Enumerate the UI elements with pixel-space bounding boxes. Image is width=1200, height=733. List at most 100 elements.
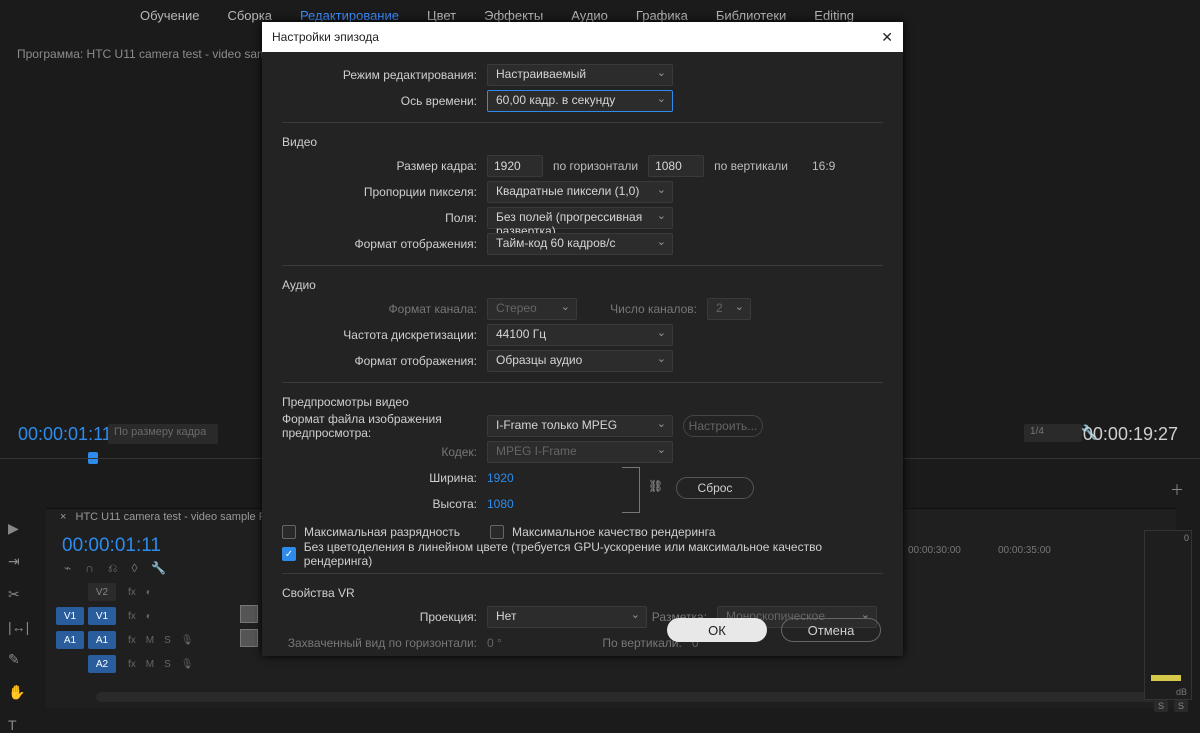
workspace-tabs: Обучение Сборка Редактирование Цвет Эффе…: [140, 8, 854, 23]
monitor-zoom-select[interactable]: По размеру кадра: [108, 424, 218, 444]
projection-select[interactable]: Нет: [487, 606, 647, 628]
timeline-scrollbar[interactable]: [96, 692, 1156, 702]
preview-width-value[interactable]: 1920: [487, 471, 514, 485]
solo-toggle[interactable]: S: [164, 659, 171, 670]
frame-width-input[interactable]: [487, 155, 543, 177]
tab-editing2[interactable]: Editing: [814, 8, 854, 23]
preview-width-label: Ширина:: [282, 471, 487, 485]
ripple-tool-icon[interactable]: ✂: [8, 586, 29, 603]
max-bit-depth-checkbox[interactable]: [282, 525, 296, 539]
sequence-settings-dialog: Настройки эпизода ✕ Режим редактирования…: [262, 22, 903, 656]
preview-height-value[interactable]: 1080: [487, 497, 514, 511]
voice-icon[interactable]: 🎙: [181, 659, 194, 670]
solo-left[interactable]: S: [1154, 700, 1168, 712]
ruler-label-30: 00:00:30:00: [908, 545, 961, 556]
editing-mode-select[interactable]: Настраиваемый: [487, 64, 673, 86]
selection-tool-icon[interactable]: ▶: [8, 520, 29, 537]
tab-assembly[interactable]: Сборка: [227, 8, 272, 23]
preview-file-format-select[interactable]: I-Frame только MPEG: [487, 415, 673, 437]
link-toggle-icon[interactable]: ⎌: [108, 561, 118, 576]
preview-height-label: Высота:: [282, 497, 487, 511]
fields-label: Поля:: [282, 211, 487, 225]
channel-count-select: 2: [707, 298, 751, 320]
hand-tool-icon[interactable]: ✋: [8, 684, 29, 701]
max-bit-depth-label: Максимальная разрядность: [304, 525, 460, 539]
video-clip[interactable]: [240, 605, 258, 623]
snap-icon[interactable]: ⌁: [64, 561, 71, 576]
close-icon[interactable]: ✕: [881, 29, 893, 46]
frame-height-input[interactable]: [648, 155, 704, 177]
aspect-ratio-label: 16:9: [812, 159, 835, 173]
dialog-titlebar[interactable]: Настройки эпизода ✕: [262, 22, 903, 52]
magnet-icon[interactable]: ∩: [85, 561, 94, 576]
marker-icon[interactable]: ◊: [131, 561, 137, 576]
frame-size-label: Размер кадра:: [282, 159, 487, 173]
monitor-resolution-select[interactable]: 1/4: [1024, 424, 1082, 442]
track-select-tool-icon[interactable]: ⇥: [8, 553, 29, 570]
ok-button[interactable]: ОК: [667, 618, 767, 642]
captured-vertical-label: По вертикали:: [502, 636, 692, 650]
sample-rate-select[interactable]: 44100 Гц: [487, 324, 673, 346]
voice-icon[interactable]: 🎙: [181, 635, 194, 646]
timebase-label: Ось времени:: [282, 94, 487, 108]
captured-horizontal-label: Захваченный вид по горизонтали:: [282, 636, 487, 650]
settings-wrench-icon[interactable]: 🔧: [151, 561, 166, 576]
add-button-icon[interactable]: ＋: [1170, 480, 1184, 500]
track-headers: V2 fx◐ V1 V1 fx◐ A1 A1 fxMS🎙 A2 fxMS🎙: [56, 581, 194, 677]
eye-icon[interactable]: ◐: [146, 611, 152, 622]
reset-button[interactable]: Сброс: [676, 477, 754, 499]
tab-graphics[interactable]: Графика: [636, 8, 688, 23]
track-header-a2[interactable]: A2: [88, 655, 116, 673]
eye-icon[interactable]: ◐: [146, 587, 152, 598]
preview-section-header: Предпросмотры видео: [282, 389, 883, 413]
audio-meter: 0 dB: [1144, 530, 1192, 700]
tab-learn[interactable]: Обучение: [140, 8, 199, 23]
fx-toggle[interactable]: fx: [128, 587, 136, 598]
configure-button: Настроить...: [683, 415, 763, 437]
tab-effects[interactable]: Эффекты: [484, 8, 543, 23]
timeline-playhead-time[interactable]: 00:00:01:11: [62, 535, 161, 557]
channel-format-select: Стерео: [487, 298, 577, 320]
source-patch-a1[interactable]: A1: [56, 631, 84, 649]
audio-display-format-select[interactable]: Образцы аудио: [487, 350, 673, 372]
video-display-format-label: Формат отображения:: [282, 237, 487, 251]
source-patch-v1[interactable]: V1: [56, 607, 84, 625]
tab-libraries[interactable]: Библиотеки: [716, 8, 786, 23]
track-header-a1[interactable]: A1: [88, 631, 116, 649]
composite-linear-label: Без цветоделения в линейном цвете (требу…: [304, 540, 883, 568]
audio-clip[interactable]: [240, 629, 258, 647]
composite-linear-checkbox[interactable]: ✓: [282, 547, 296, 561]
timebase-select[interactable]: 60,00 кадр. в секунду: [487, 90, 673, 112]
mute-toggle[interactable]: M: [146, 659, 154, 670]
mute-toggle[interactable]: M: [146, 635, 154, 646]
solo-right[interactable]: S: [1174, 700, 1188, 712]
razor-tool-icon[interactable]: |↔|: [8, 619, 29, 635]
fx-toggle[interactable]: fx: [128, 635, 136, 646]
track-header-v1[interactable]: V1: [88, 607, 116, 625]
monitor-time-out[interactable]: 00:00:19:27: [1083, 424, 1178, 445]
captured-horizontal-value: 0 °: [487, 636, 502, 650]
tab-audio[interactable]: Аудио: [571, 8, 608, 23]
pixel-aspect-select[interactable]: Квадратные пиксели (1,0): [487, 181, 673, 203]
horizontal-label: по горизонтали: [553, 159, 638, 173]
max-render-quality-checkbox[interactable]: [490, 525, 504, 539]
tab-editing[interactable]: Редактирование: [300, 8, 399, 23]
video-display-format-select[interactable]: Тайм-код 60 кадров/с: [487, 233, 673, 255]
monitor-time-in[interactable]: 00:00:01:11: [18, 424, 112, 445]
track-header-v2[interactable]: V2: [88, 583, 116, 601]
cancel-button[interactable]: Отмена: [781, 618, 881, 642]
solo-toggle[interactable]: S: [164, 635, 171, 646]
fx-toggle[interactable]: fx: [128, 659, 136, 670]
codec-label: Кодек:: [282, 445, 487, 459]
close-tab-icon[interactable]: ×: [60, 511, 66, 523]
tab-color[interactable]: Цвет: [427, 8, 456, 23]
max-render-quality-label: Максимальное качество рендеринга: [512, 525, 715, 539]
editing-mode-label: Режим редактирования:: [282, 68, 487, 82]
link-icon[interactable]: ⛓: [648, 479, 663, 493]
fx-toggle[interactable]: fx: [128, 611, 136, 622]
tool-column: ▶ ⇥ ✂ |↔| ✎ ✋ T: [8, 520, 29, 733]
pen-tool-icon[interactable]: ✎: [8, 651, 29, 668]
fields-select[interactable]: Без полей (прогрессивная развертка): [487, 207, 673, 229]
preview-file-format-label: Формат файла изображения предпросмотра:: [282, 412, 487, 440]
type-tool-icon[interactable]: T: [8, 717, 29, 733]
